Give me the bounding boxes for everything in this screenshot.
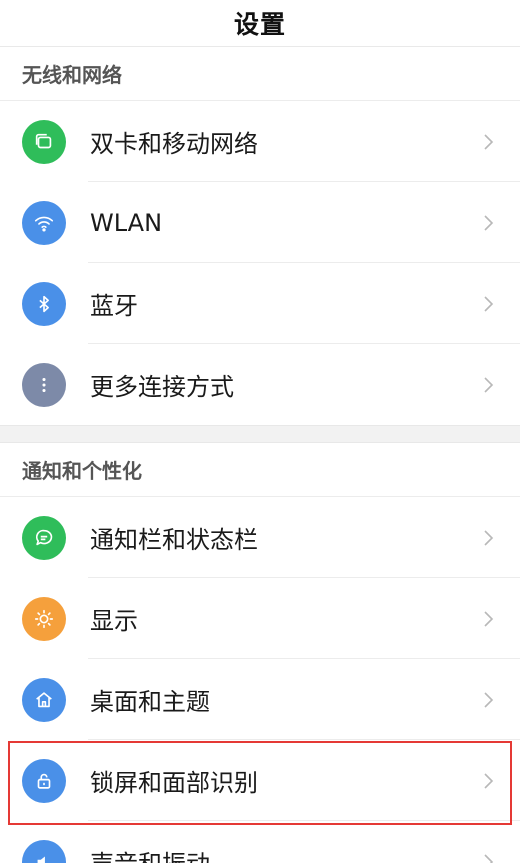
settings-item-notification-bar[interactable]: 通知栏和状态栏	[0, 497, 520, 578]
chevron-right-icon	[474, 133, 504, 151]
more-dots-icon	[22, 362, 66, 407]
settings-item-label: 蓝牙	[90, 292, 138, 320]
settings-item-display[interactable]: 显示	[0, 578, 520, 659]
chevron-right-icon	[474, 295, 504, 313]
settings-item-more-connections[interactable]: 更多连接方式	[0, 344, 520, 425]
settings-item-dual-sim[interactable]: 双卡和移动网络	[0, 101, 520, 182]
settings-item-label: WLAN	[90, 208, 163, 237]
chevron-right-icon	[474, 772, 504, 790]
settings-item-label: 声音和振动	[90, 844, 474, 863]
settings-item-label: 通知栏和状态栏	[90, 526, 258, 554]
section-header-notifications: 通知和个性化	[0, 443, 520, 497]
chevron-right-icon	[474, 853, 504, 863]
home-icon	[22, 677, 66, 722]
settings-item-label: 显示	[90, 607, 138, 635]
group-separator	[0, 425, 520, 443]
settings-item-wlan[interactable]: WLAN	[0, 182, 520, 263]
sim-cards-icon	[22, 119, 66, 164]
chevron-right-icon	[474, 691, 504, 709]
settings-item-bluetooth[interactable]: 蓝牙	[0, 263, 520, 344]
brightness-icon	[22, 596, 66, 641]
chevron-right-icon	[474, 529, 504, 547]
wifi-icon	[22, 200, 66, 245]
chevron-right-icon	[474, 214, 504, 232]
section-header-wireless: 无线和网络	[0, 47, 520, 101]
settings-item-label: 更多连接方式	[90, 373, 234, 401]
chevron-right-icon	[474, 376, 504, 394]
sound-icon	[22, 839, 66, 863]
lock-icon	[22, 758, 66, 803]
settings-item-label: 桌面和主题	[90, 688, 210, 716]
title-bar: 设置	[0, 0, 520, 47]
chevron-right-icon	[474, 610, 504, 628]
page-title: 设置	[233, 10, 286, 39]
chat-bubble-icon	[22, 515, 66, 560]
settings-item-label: 锁屏和面部识别	[90, 769, 258, 797]
settings-item-lockscreen-face[interactable]: 锁屏和面部识别	[0, 740, 520, 821]
settings-item-home-theme[interactable]: 桌面和主题	[0, 659, 520, 740]
bluetooth-icon	[22, 281, 66, 326]
settings-item-label: 双卡和移动网络	[90, 130, 258, 158]
settings-item-sound-vibration[interactable]: 声音和振动	[0, 821, 520, 863]
settings-screen: 设置 无线和网络 双卡和移动网络 WLAN 蓝牙 更多连接方式 通知和个性化 通…	[0, 0, 520, 863]
